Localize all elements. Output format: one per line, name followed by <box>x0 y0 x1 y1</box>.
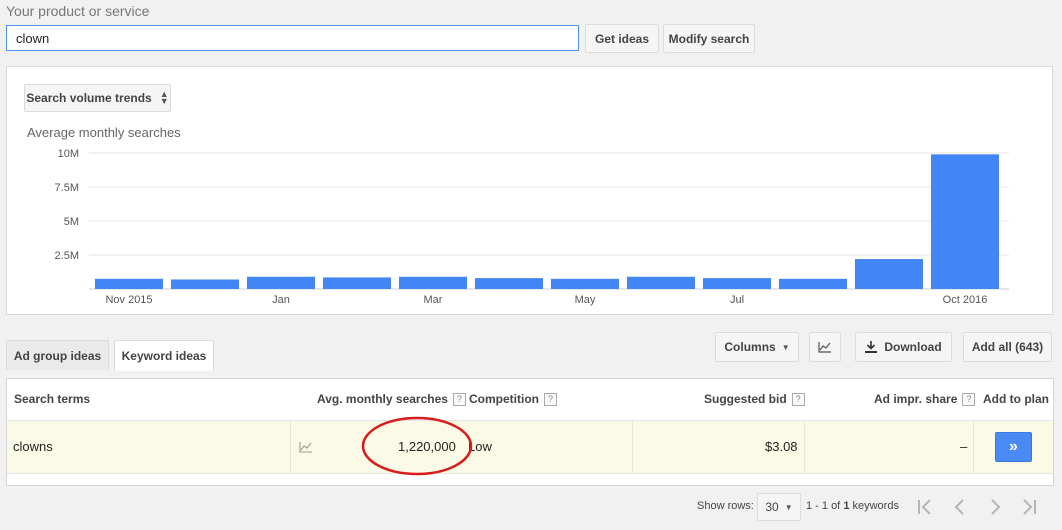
caret-down-icon: ▼ <box>784 502 793 512</box>
table-row: clowns 1,220,000 Low $3.08 – » <box>7 420 1053 474</box>
y-tick-label: 7.5M <box>55 182 79 194</box>
columns-label: Columns <box>724 340 776 354</box>
show-rows-label: Show rows: <box>697 500 754 512</box>
columns-dropdown-button[interactable]: Columns ▼ <box>715 332 799 362</box>
chart-bar[interactable] <box>779 278 847 289</box>
chart-bar[interactable] <box>931 154 999 289</box>
header-competition[interactable]: Competition? <box>469 392 557 407</box>
chart-bar[interactable] <box>703 278 771 289</box>
get-ideas-button[interactable]: Get ideas <box>585 24 659 53</box>
chart-bar[interactable] <box>627 276 695 289</box>
header-search-terms[interactable]: Search terms <box>14 392 90 406</box>
chart-bar[interactable] <box>855 259 923 289</box>
column-divider <box>804 421 805 473</box>
product-search-input[interactable] <box>6 25 579 51</box>
pagination-suffix: keywords <box>852 500 899 512</box>
help-icon[interactable]: ? <box>544 393 557 407</box>
header-ad-impr-label: Ad impr. share <box>874 392 958 406</box>
first-page-icon[interactable] <box>915 498 937 516</box>
chart-bar[interactable] <box>323 277 391 289</box>
download-label: Download <box>884 340 942 354</box>
trend-chart-icon[interactable] <box>299 441 313 453</box>
header-ad-impr-share[interactable]: Ad impr. share? <box>874 392 976 407</box>
header-avg-monthly-searches[interactable]: Avg. monthly searches? <box>317 392 466 407</box>
prev-page-icon[interactable] <box>950 498 970 516</box>
chart-toggle-button[interactable] <box>809 332 841 362</box>
pagination-range: 1 - 1 of 1 keywords <box>806 500 899 512</box>
x-tick-label: Jan <box>272 294 290 306</box>
monthly-searches-bar-chart: 2.5M 5M 7.5M 10M Nov 2015 Jan Mar May Jul Oct 201… <box>55 148 1009 306</box>
caret-down-icon: ▼ <box>781 342 790 352</box>
y-tick-label: 10M <box>58 148 79 160</box>
search-volume-chart-panel: Search volume trends ▲ ▼ Average monthly … <box>6 66 1053 315</box>
tab-keyword-ideas[interactable]: Keyword ideas <box>114 340 214 371</box>
x-tick-label: Jul <box>730 294 744 306</box>
tab-ad-group-ideas[interactable]: Ad group ideas <box>6 340 109 370</box>
cell-search-term: clowns <box>13 439 53 454</box>
pagination-prefix: 1 - 1 of <box>806 500 841 512</box>
line-chart-icon <box>818 342 831 353</box>
x-tick-label: Nov 2015 <box>105 294 152 306</box>
add-to-plan-button[interactable]: » <box>995 432 1032 462</box>
header-suggested-bid-label: Suggested bid <box>704 392 787 406</box>
red-circle-annotation <box>361 416 473 476</box>
x-tick-label: Oct 2016 <box>943 294 988 306</box>
help-icon[interactable]: ? <box>962 393 976 407</box>
download-icon <box>865 341 878 353</box>
header-suggested-bid[interactable]: Suggested bid? <box>704 392 805 407</box>
y-tick-label: 2.5M <box>55 250 79 262</box>
y-tick-label: 5M <box>64 216 79 228</box>
x-tick-label: May <box>575 294 596 306</box>
chart-bar[interactable] <box>475 278 543 289</box>
pagination-count: 1 <box>843 500 850 512</box>
last-page-icon[interactable] <box>1018 498 1040 516</box>
cell-suggested-bid: $3.08 <box>765 439 798 454</box>
help-icon[interactable]: ? <box>452 393 466 407</box>
keyword-ideas-table: Search terms Avg. monthly searches? Comp… <box>6 378 1054 486</box>
download-button[interactable]: Download <box>855 332 952 362</box>
chart-bar[interactable] <box>399 276 467 289</box>
rows-per-page-value: 30 <box>765 500 779 514</box>
column-divider <box>632 421 633 473</box>
next-page-icon[interactable] <box>985 498 1005 516</box>
chart-bar[interactable] <box>551 278 619 289</box>
cell-ad-impr-share: – <box>960 439 968 454</box>
add-all-button[interactable]: Add all (643) <box>963 332 1052 362</box>
chart-bar[interactable] <box>171 279 239 289</box>
column-divider <box>973 421 974 473</box>
product-service-label: Your product or service <box>6 3 150 19</box>
x-tick-label: Mar <box>424 294 443 306</box>
modify-search-button[interactable]: Modify search <box>663 24 755 53</box>
header-add-to-plan: Add to plan <box>983 392 1049 406</box>
column-divider <box>290 421 291 473</box>
chart-bar[interactable] <box>247 276 315 289</box>
header-avg-monthly-label: Avg. monthly searches <box>317 392 448 406</box>
chart-bar[interactable] <box>95 278 163 289</box>
help-icon[interactable]: ? <box>791 393 805 407</box>
header-competition-label: Competition <box>469 392 539 406</box>
rows-per-page-select[interactable]: 30 ▼ <box>757 493 801 521</box>
